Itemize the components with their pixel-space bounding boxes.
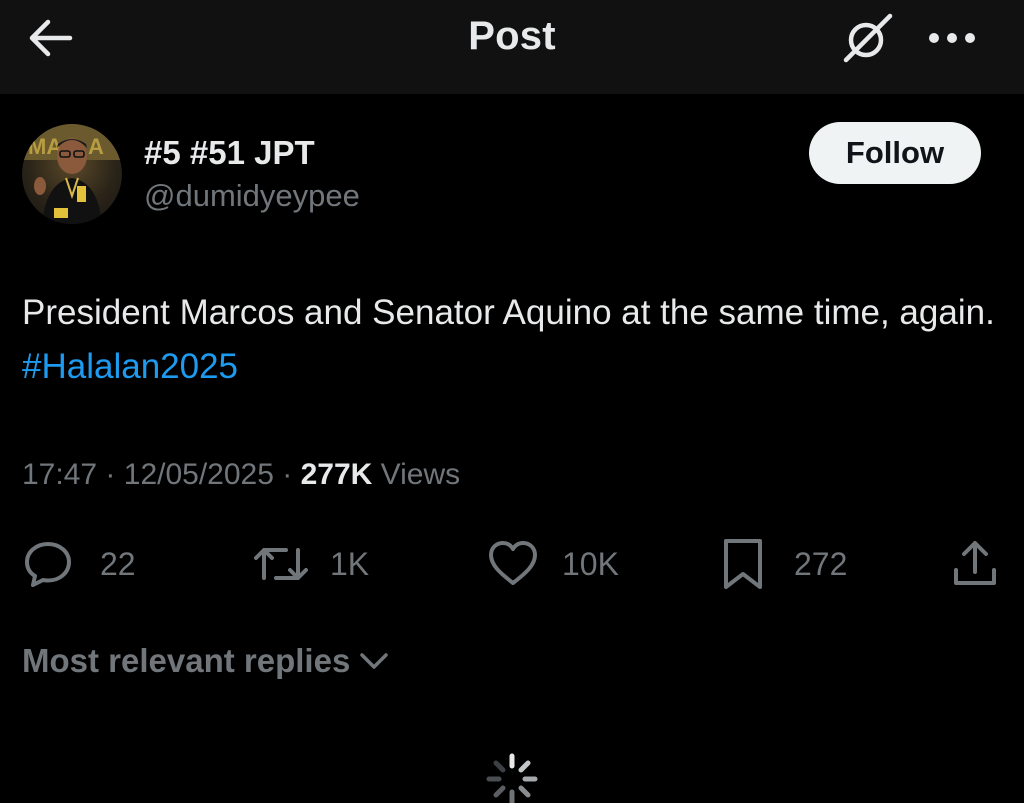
more-options-button[interactable] — [922, 16, 982, 60]
hashtag-link[interactable]: #Halalan2025 — [22, 347, 238, 386]
post-time: 17:47 — [22, 458, 98, 491]
user-avatar-image: MA A — [22, 124, 122, 224]
meta-separator: · — [105, 458, 116, 491]
reply-button[interactable]: 22 — [22, 536, 136, 592]
views-count: 277K — [300, 458, 373, 491]
repost-icon — [254, 548, 308, 580]
replies-sort-dropdown[interactable]: Most relevant replies — [22, 642, 390, 680]
heart-icon — [489, 541, 537, 585]
like-count: 10K — [562, 545, 619, 582]
meta-separator: · — [282, 458, 293, 491]
views-label: Views — [380, 458, 461, 491]
svg-text:A: A — [88, 134, 104, 159]
grok-button[interactable] — [838, 8, 898, 68]
author-handle[interactable]: @dumidyeypee — [144, 178, 360, 214]
follow-button[interactable]: Follow — [809, 122, 981, 184]
chevron-down-icon — [360, 653, 389, 669]
post-page: Post MA A #5 #51 JPT @dumidyeypee Follow… — [0, 0, 1024, 803]
post-date: 12/05/2025 — [123, 458, 274, 491]
author-display-name[interactable]: #5 #51 JPT — [144, 134, 315, 172]
like-button[interactable]: 10K — [486, 536, 619, 592]
reply-icon — [25, 542, 71, 587]
replies-sort-label: Most relevant replies — [22, 642, 351, 679]
post-meta: 17:47 · 12/05/2025 · 277K Views — [22, 458, 460, 492]
repost-count: 1K — [330, 545, 370, 582]
avatar[interactable]: MA A — [22, 124, 122, 224]
bookmark-icon — [724, 539, 762, 589]
bookmark-button[interactable]: 272 — [722, 536, 847, 592]
post-text: President Marcos and Senator Aquino at t… — [22, 286, 1002, 394]
more-horizontal-icon — [929, 33, 975, 43]
share-icon — [954, 541, 996, 585]
share-button[interactable] — [950, 536, 1000, 592]
loading-spinner-icon — [486, 753, 538, 803]
post-text-body: President Marcos and Senator Aquino at t… — [22, 293, 995, 332]
bookmark-count: 272 — [794, 545, 848, 582]
reply-count: 22 — [100, 545, 136, 582]
grok-icon — [843, 13, 893, 63]
top-bar: Post — [0, 0, 1024, 94]
repost-button[interactable]: 1K — [252, 536, 369, 592]
